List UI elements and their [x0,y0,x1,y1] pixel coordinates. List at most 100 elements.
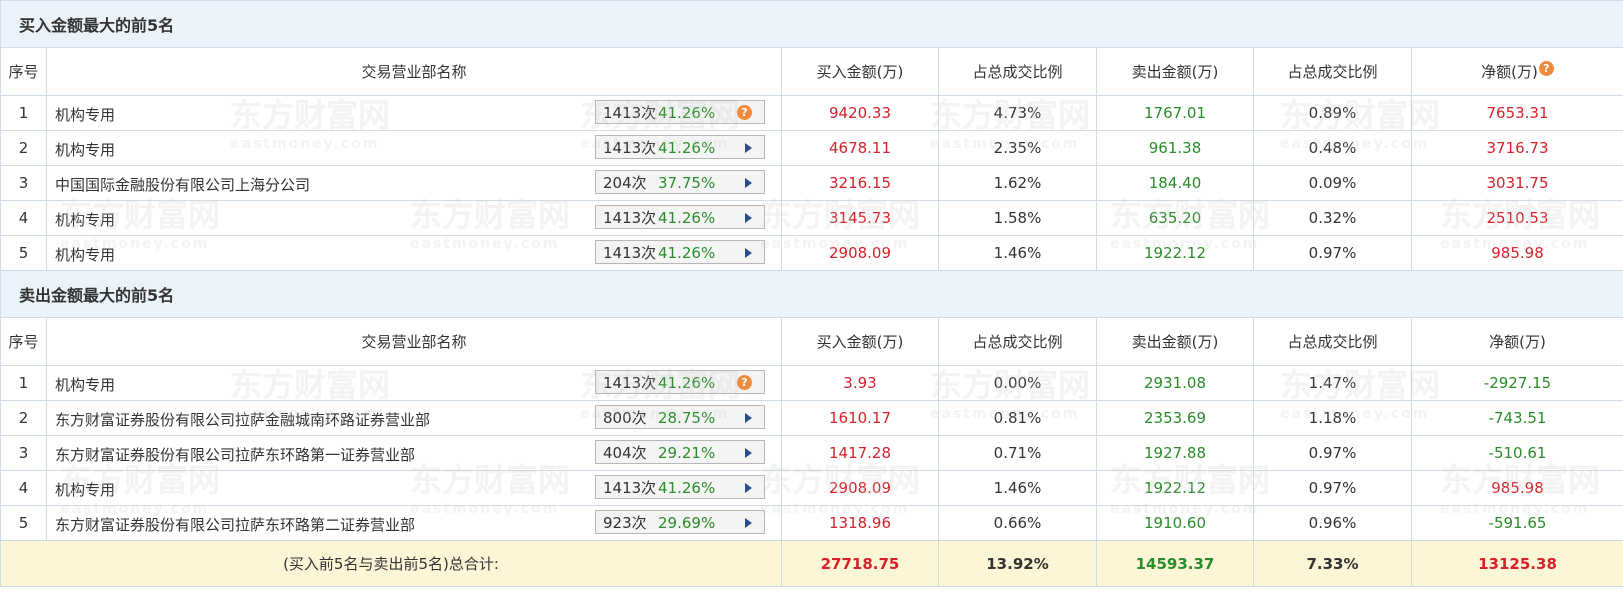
table-row: 3 东方财富证券股份有限公司拉萨东环路第一证券营业部 404次 29.21% 1417.… [0,435,1623,471]
table-row: 1 机构专用 1413次 41.26%? 9420.33 4.73% 1767.01 0.89… [0,95,1623,131]
broker-stats-badge[interactable]: 1413次 41.26% [595,240,765,264]
sell-ratio: 0.32% [1253,200,1412,236]
broker-cell: 机构专用 1413次 41.26%? [46,95,782,131]
buy-ratio: 0.71% [938,435,1097,471]
expand-arrow-icon[interactable] [745,518,752,528]
buy-ratio: 2.35% [938,130,1097,166]
expand-arrow-icon[interactable] [745,143,752,153]
buy-amount: 2908.09 [781,235,939,271]
broker-trade-count: 1413次 [603,104,657,122]
broker-stats-badge[interactable]: 800次 28.75% [595,405,765,429]
expand-arrow-icon[interactable] [745,448,752,458]
total-row: (买入前5名与卖出前5名)总合计: 27718.75 13.92% 14593.… [0,540,1623,587]
broker-table: 买入金额最大的前5名 序号 交易营业部名称 买入金额(万) 占总成交比例 卖出金额(万) 占… [0,0,1623,587]
expand-arrow-icon[interactable] [745,413,752,423]
broker-win-rate: 41.26% [658,479,716,497]
broker-name-link[interactable]: 机构专用 [55,479,115,500]
broker-stats-badge[interactable]: 1413次 41.26% [595,475,765,499]
sell-amount: 2353.69 [1096,400,1254,436]
broker-win-rate: 29.21% [658,444,716,462]
table-row: 1 机构专用 1413次 41.26%? 3.93 0.00% 2931.08 1.47% -2… [0,365,1623,401]
buy-ratio: 0.81% [938,400,1097,436]
broker-name-link[interactable]: 东方财富证券股份有限公司拉萨东环路第二证券营业部 [55,514,415,535]
sell-ratio: 1.47% [1253,365,1412,401]
broker-name-link[interactable]: 东方财富证券股份有限公司拉萨东环路第一证券营业部 [55,444,415,465]
col-header-net: 净额(万)? [1410,47,1623,96]
total-sell: 14593.37 [1096,540,1254,587]
sell-ratio: 0.97% [1253,435,1412,471]
broker-stats-badge[interactable]: 1413次 41.26% [595,135,765,159]
broker-name-link[interactable]: 机构专用 [55,209,115,230]
broker-trade-count: 1413次 [603,244,657,262]
broker-stats-badge[interactable]: 1413次 41.26% [595,205,765,229]
header-label: 净额(万) [1481,63,1538,81]
broker-stats-badge[interactable]: 204次 37.75% [595,170,765,194]
sell-ratio: 0.48% [1253,130,1412,166]
net-amount: 985.98 [1410,235,1623,271]
buy-ratio: 1.46% [938,235,1097,271]
col-header-buy: 买入金额(万) [781,317,939,366]
total-net: 13125.38 [1410,540,1623,587]
header-label: 买入金额(万) [816,63,904,81]
broker-name-link[interactable]: 机构专用 [55,374,115,395]
row-index: 1 [0,95,47,131]
sell-ratio: 0.97% [1253,235,1412,271]
broker-name-link[interactable]: 中国国际金融股份有限公司上海分公司 [55,174,310,195]
help-icon[interactable]: ? [1538,61,1554,76]
expand-arrow-icon[interactable] [745,178,752,188]
table-row: 5 机构专用 1413次 41.26% 2908.09 1.46% 1922.12 0.97%… [0,235,1623,271]
broker-win-rate: 41.26% [658,104,716,122]
col-header-broker: 交易营业部名称 [46,47,782,96]
broker-stats-badge[interactable]: 923次 29.69% [595,510,765,534]
col-header-buy-pct: 占总成交比例 [938,317,1097,366]
broker-trade-count: 1413次 [603,209,657,227]
row-index: 5 [0,505,47,541]
broker-cell: 东方财富证券股份有限公司拉萨东环路第一证券营业部 404次 29.21% [46,435,782,471]
net-amount: -743.51 [1410,400,1623,436]
broker-name-link[interactable]: 机构专用 [55,139,115,160]
row-index: 3 [0,435,47,471]
header-label: 卖出金额(万) [1131,63,1219,81]
broker-trade-count: 404次 [603,444,647,462]
header-label: 净额(万) [1489,333,1546,351]
broker-cell: 东方财富证券股份有限公司拉萨东环路第二证券营业部 923次 29.69% [46,505,782,541]
broker-name-link[interactable]: 机构专用 [55,244,115,265]
broker-stats-badge[interactable]: 1413次 41.26%? [595,100,765,124]
broker-stats-badge[interactable]: 1413次 41.26%? [595,370,765,394]
broker-stats-badge[interactable]: 404次 29.21% [595,440,765,464]
broker-cell: 机构专用 1413次 41.26% [46,470,782,506]
total-buy-pct: 13.92% [938,540,1097,587]
sell-ratio: 0.97% [1253,470,1412,506]
broker-name-link[interactable]: 机构专用 [55,104,115,125]
expand-arrow-icon[interactable] [745,248,752,258]
broker-trade-count: 204次 [603,174,647,192]
buy-ratio: 1.46% [938,470,1097,506]
header-label: 序号 [8,333,39,351]
col-header-buy-pct: 占总成交比例 [938,47,1097,96]
col-header-sell-pct: 占总成交比例 [1253,47,1412,96]
col-header-index: 序号 [0,47,47,96]
table-row: 2 机构专用 1413次 41.26% 4678.11 2.35% 961.38 0.48% 3… [0,130,1623,166]
broker-trade-count: 1413次 [603,139,657,157]
table-row: 4 机构专用 1413次 41.26% 2908.09 1.46% 1922.12 0.97%… [0,470,1623,506]
col-header-sell: 卖出金额(万) [1096,317,1254,366]
col-header-sell-pct: 占总成交比例 [1253,317,1412,366]
net-amount: 985.98 [1410,470,1623,506]
buy-amount: 1417.28 [781,435,939,471]
table-row: 2 东方财富证券股份有限公司拉萨金融城南环路证券营业部 800次 28.75% 1610… [0,400,1623,436]
header-label: 交易营业部名称 [361,333,467,351]
header-label: 买入金额(万) [816,333,904,351]
buy-amount: 1610.17 [781,400,939,436]
sell-ratio: 0.89% [1253,95,1412,131]
expand-arrow-icon[interactable] [745,213,752,223]
expand-arrow-icon[interactable] [745,483,752,493]
question-icon[interactable]: ? [737,375,752,390]
broker-name-link[interactable]: 东方财富证券股份有限公司拉萨金融城南环路证券营业部 [55,409,430,430]
broker-win-rate: 41.26% [658,244,716,262]
question-icon[interactable]: ? [737,105,752,120]
net-amount: -510.61 [1410,435,1623,471]
buy-amount: 3.93 [781,365,939,401]
sell-amount: 1910.60 [1096,505,1254,541]
col-header-buy: 买入金额(万) [781,47,939,96]
net-amount: 3031.75 [1410,165,1623,201]
